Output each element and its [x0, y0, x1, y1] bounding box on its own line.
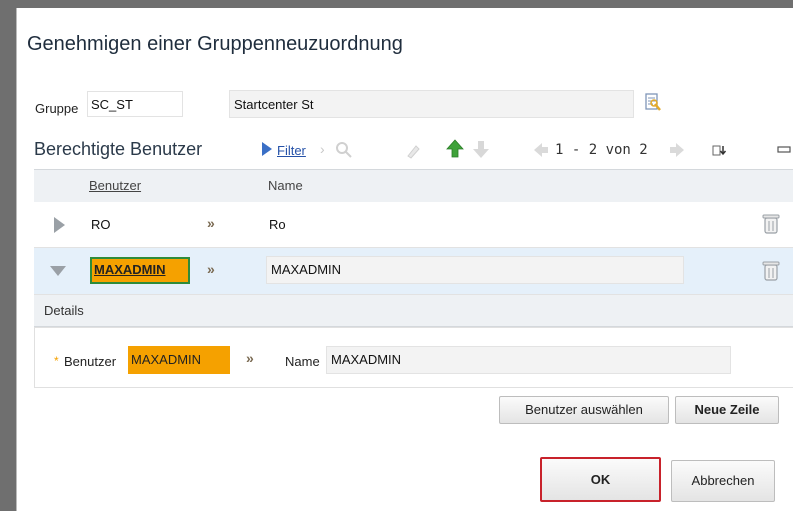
- dialog: Genehmigen einer Gruppenneuzuordnung Gru…: [16, 8, 793, 511]
- section-title: Berechtigte Benutzer: [34, 139, 203, 159]
- expand-row-icon[interactable]: [54, 217, 65, 233]
- new-row-button[interactable]: Neue Zeile: [675, 396, 779, 424]
- next-page-icon[interactable]: [668, 141, 686, 159]
- select-user-button[interactable]: Benutzer auswählen: [499, 396, 669, 424]
- column-header-name[interactable]: Name: [268, 178, 303, 193]
- search-icon[interactable]: [335, 141, 353, 159]
- gruppe-field[interactable]: SC_ST: [87, 91, 183, 117]
- dialog-title: Genehmigen einer Gruppenneuzuordnung: [27, 33, 403, 55]
- column-header-benutzer[interactable]: Benutzer: [89, 178, 141, 193]
- previous-page-icon[interactable]: [532, 141, 550, 159]
- gruppe-description-field[interactable]: Startcenter St: [229, 90, 634, 118]
- details-panel: * Benutzer MAXADMIN » Name MAXADMIN: [34, 327, 793, 388]
- details-benutzer-field[interactable]: MAXADMIN: [128, 346, 230, 374]
- gruppe-label: Gruppe: [35, 101, 79, 116]
- details-name-label: Name: [285, 354, 320, 369]
- arrow-up-icon[interactable]: [446, 139, 464, 159]
- filter-link[interactable]: Filter: [277, 143, 306, 158]
- row-benutzer: RO: [91, 217, 111, 232]
- pager-text: 1 - 2 von 2: [555, 142, 648, 158]
- table-row[interactable]: RO » Ro: [34, 202, 793, 248]
- chevron-right-icon[interactable]: ›: [320, 141, 325, 157]
- table-row-selected[interactable]: MAXADMIN » MAXADMIN: [34, 248, 793, 295]
- trash-icon[interactable]: [761, 212, 781, 236]
- eraser-icon[interactable]: [405, 143, 421, 159]
- benutzer-input-selected[interactable]: MAXADMIN: [90, 257, 190, 284]
- trash-icon[interactable]: [761, 259, 781, 283]
- collapse-icon[interactable]: [777, 144, 791, 156]
- details-name-field[interactable]: MAXADMIN: [326, 346, 731, 374]
- details-header: Details: [34, 295, 793, 327]
- cancel-button[interactable]: Abbrechen: [671, 460, 775, 502]
- row-name-field[interactable]: MAXADMIN: [266, 256, 684, 284]
- details-benutzer-label: Benutzer: [64, 354, 117, 369]
- required-marker: *: [54, 354, 59, 368]
- collapse-row-icon[interactable]: [50, 266, 66, 276]
- ok-button[interactable]: OK: [540, 457, 661, 502]
- row-name: Ro: [269, 217, 286, 232]
- filter-toggle-icon[interactable]: [262, 142, 272, 156]
- double-chevron-icon[interactable]: »: [207, 215, 215, 231]
- table-header: Benutzer Name: [34, 169, 793, 203]
- details-title: Details: [44, 303, 84, 318]
- arrow-down-icon[interactable]: [472, 139, 490, 159]
- double-chevron-icon[interactable]: »: [207, 261, 215, 277]
- download-icon[interactable]: [712, 143, 728, 159]
- double-chevron-icon[interactable]: »: [246, 350, 254, 366]
- lookup-icon[interactable]: [643, 91, 663, 113]
